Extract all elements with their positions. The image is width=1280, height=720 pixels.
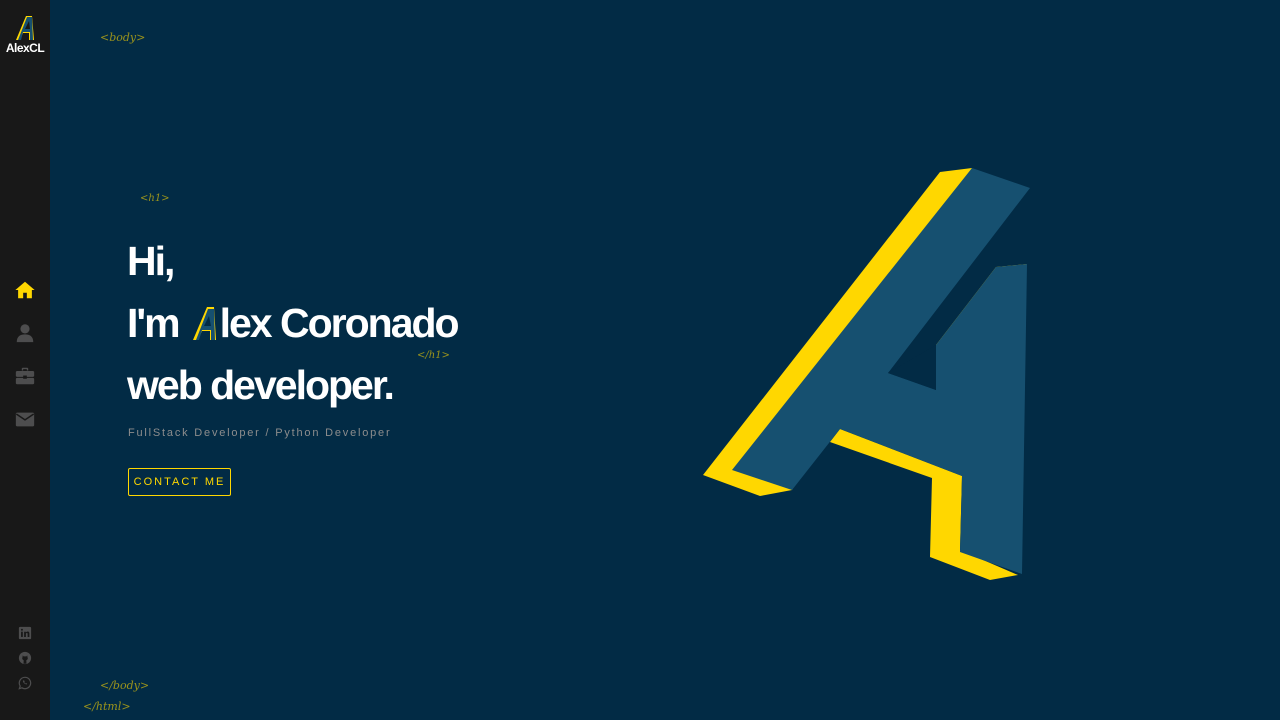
a-logo-icon [16, 16, 34, 40]
linkedin-icon [18, 626, 32, 639]
hero-name: lex Coronado [219, 300, 460, 346]
hero-role: web developer. [127, 362, 395, 408]
whatsapp-link[interactable] [0, 670, 50, 695]
main-nav [0, 268, 50, 440]
github-link[interactable] [0, 645, 50, 670]
brand-name: AlexCL [5, 41, 45, 55]
nav-home[interactable] [0, 268, 50, 311]
home-icon [15, 281, 35, 298]
hero-greeting: Hi, [127, 238, 175, 284]
hero-heading: Hi, I'm lex Coronado web developer. [127, 230, 460, 416]
h1-open-tag: <h1> [140, 193, 170, 204]
html-close-tag: </html> [83, 700, 131, 713]
logo-face [732, 168, 1030, 574]
envelope-icon [15, 412, 35, 426]
hero-name-line: I'm lex Coronado [127, 292, 460, 354]
hero-im: I'm [127, 300, 181, 346]
user-icon [16, 323, 34, 342]
nav-contact[interactable] [0, 397, 50, 440]
body-open-tag: <body> [100, 31, 146, 44]
whatsapp-icon [18, 676, 32, 690]
linkedin-link[interactable] [0, 620, 50, 645]
a-3d-logo-icon [703, 168, 1030, 580]
github-icon [18, 651, 32, 664]
briefcase-icon [15, 367, 35, 384]
nav-portfolio[interactable] [0, 354, 50, 397]
hero-subtitle: FullStack Developer / Python Developer [128, 427, 392, 439]
brand-logo[interactable]: AlexCL [0, 14, 50, 55]
nav-about[interactable] [0, 311, 50, 354]
contact-me-button[interactable]: CONTACT ME [128, 468, 231, 496]
body-close-tag: </body> [100, 679, 150, 692]
social-links [0, 620, 50, 695]
sidebar: AlexCL [0, 0, 50, 720]
a-letter-logo-icon [192, 307, 216, 340]
